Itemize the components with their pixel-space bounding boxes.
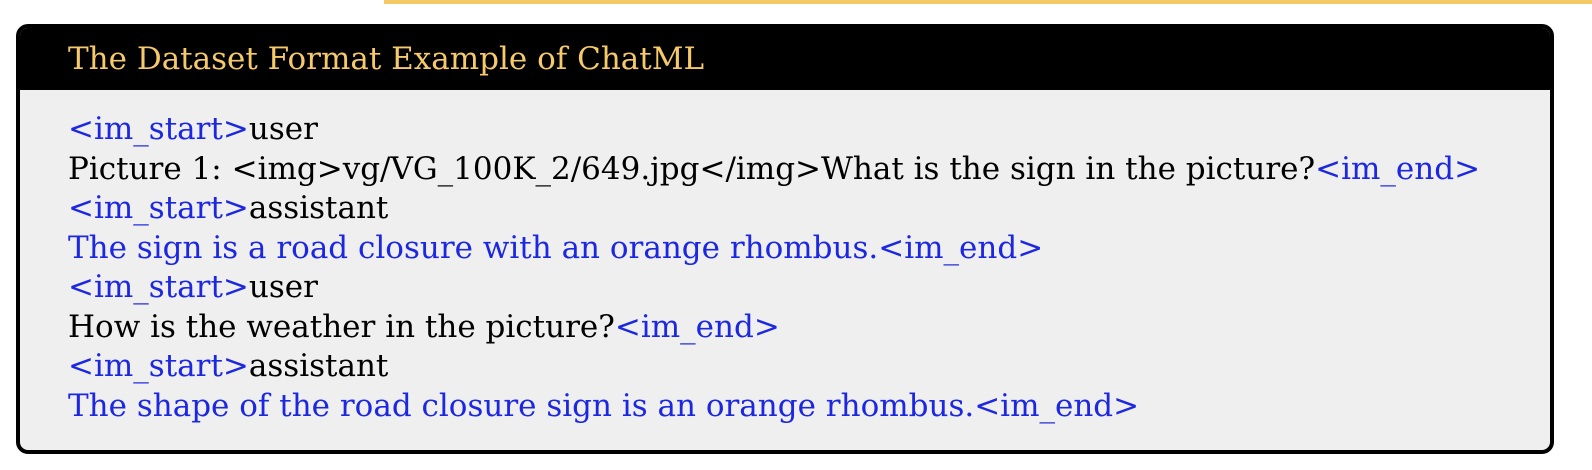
user-message-line: Picture 1: <img>vg/VG_100K_2/649.jpg</im… [68, 150, 1550, 190]
im-end-token: <im_end> [614, 308, 780, 345]
im-end-token: <im_end> [1315, 150, 1481, 187]
user-message-text: How is the weather in the picture? [68, 308, 615, 345]
role-assistant-label: assistant [248, 190, 389, 226]
user-message-line: How is the weather in the picture?<im_en… [68, 308, 1550, 348]
assistant-start-line: <im_start>assistant [68, 189, 1550, 229]
role-user-label: user [248, 111, 318, 147]
user-message-text: Picture 1: <img>vg/VG_100K_2/649.jpg</im… [68, 150, 1316, 187]
assistant-response-line: The shape of the road closure sign is an… [68, 387, 1140, 424]
top-highlight-strip [384, 0, 1592, 4]
role-user-label: user [248, 269, 318, 305]
assistant-response-line: The sign is a road closure with an orang… [68, 229, 1044, 266]
im-start-token: <im_start> [68, 348, 249, 384]
user-start-line: <im_start>user [68, 110, 1550, 150]
role-assistant-label: assistant [248, 348, 389, 384]
assistant-start-line: <im_start>assistant [68, 347, 1550, 387]
user-start-line: <im_start>user [68, 268, 1550, 308]
example-box: The Dataset Format Example of ChatML <im… [16, 24, 1554, 454]
im-start-token: <im_start> [68, 190, 249, 226]
im-start-token: <im_start> [68, 111, 249, 147]
im-start-token: <im_start> [68, 269, 249, 305]
box-title: The Dataset Format Example of ChatML [20, 28, 1550, 90]
chat-transcript: <im_start>user Picture 1: <img>vg/VG_100… [20, 90, 1550, 426]
